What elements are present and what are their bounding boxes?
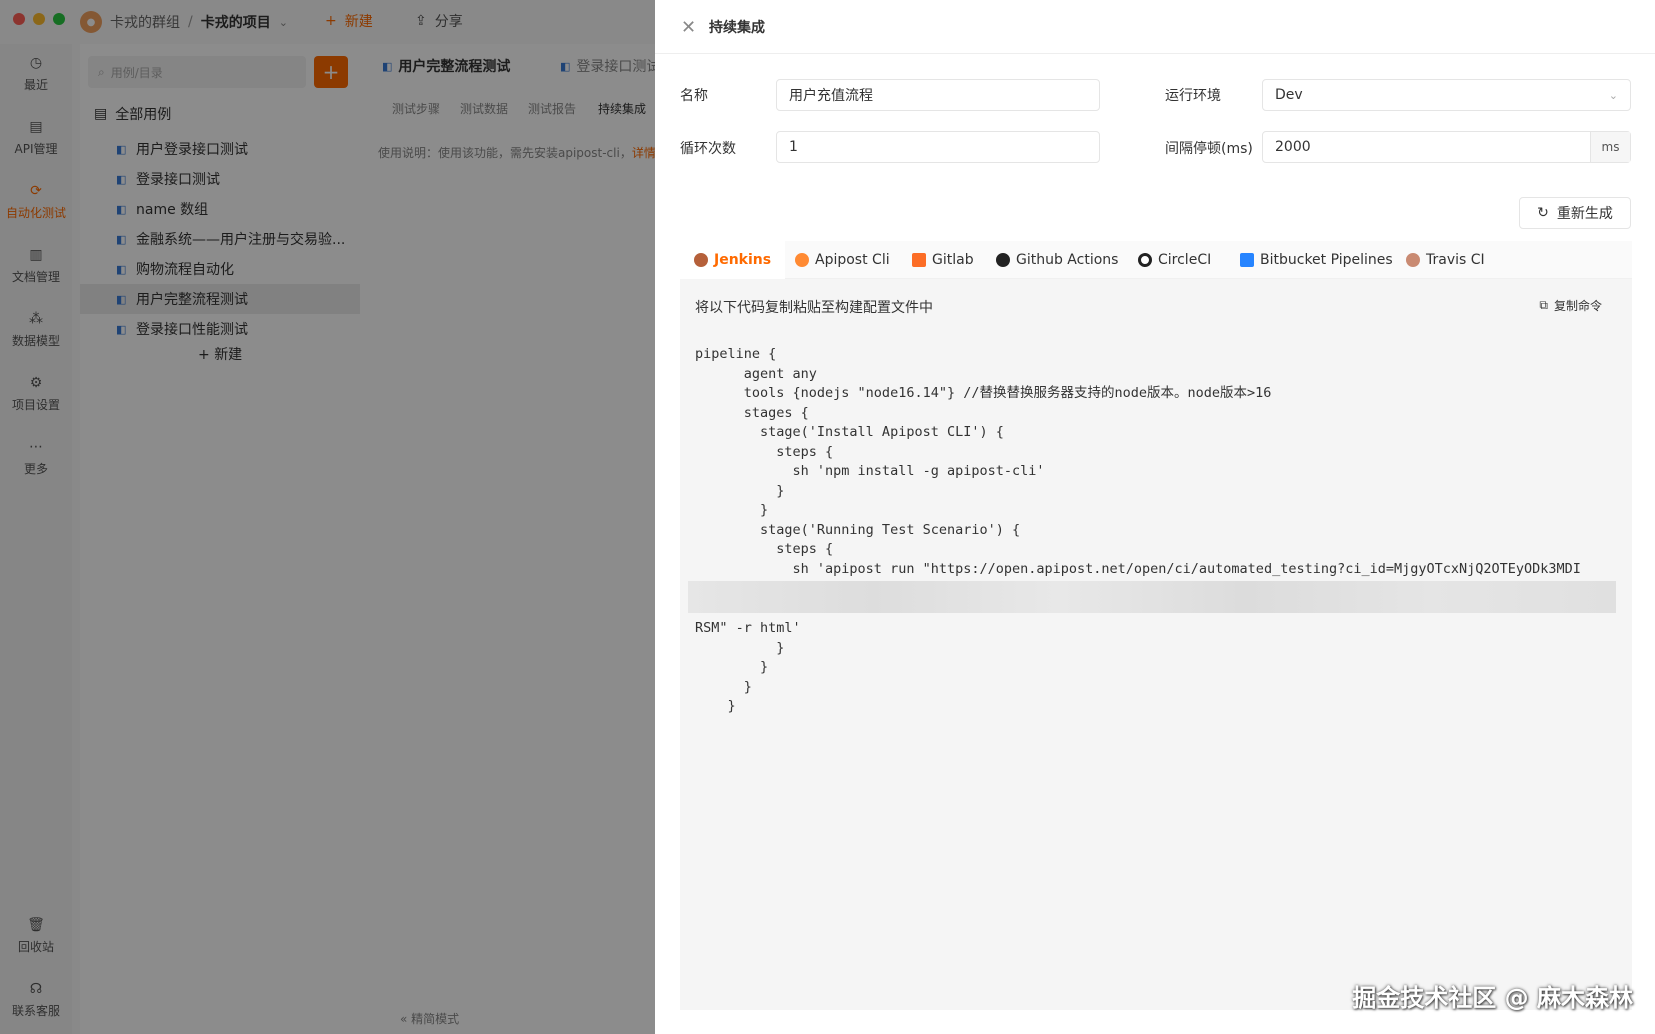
app-root: ● 卡戎的群组 / 卡戎的项目 ⌄ + 新建 ⇪ 分享 ◷ 最近 ▤ API管理 ⟳ 自动… — [0, 0, 1655, 1034]
tab-label: Apipost Cli — [815, 252, 890, 268]
watermark: 掘金技术社区 @ 麻木森林 — [1352, 984, 1633, 1012]
env-value: Dev — [1275, 87, 1303, 103]
env-label: 运行环境 — [1165, 88, 1221, 104]
refresh-icon: ↻ — [1537, 205, 1549, 221]
name-label: 名称 — [680, 88, 708, 104]
tab-gitlab[interactable]: Gitlab — [898, 241, 988, 279]
background-app: ● 卡戎的群组 / 卡戎的项目 ⌄ + 新建 ⇪ 分享 ◷ 最近 ▤ API管理 ⟳ 自动… — [0, 0, 655, 1034]
loop-value: 1 — [789, 139, 798, 155]
copy-hint: 将以下代码复制粘贴至构建配置文件中 — [695, 300, 933, 316]
code-block: pipeline { agent any tools {nodejs "node… — [695, 346, 1581, 577]
env-select[interactable]: Dev ⌄ — [1262, 79, 1631, 111]
close-icon[interactable]: ✕ — [681, 17, 696, 38]
jenkins-icon — [694, 253, 708, 267]
gitlab-icon — [912, 253, 926, 267]
interval-label: 间隔停顿(ms) — [1165, 141, 1253, 157]
github-icon — [996, 253, 1010, 267]
apipost-icon — [795, 253, 809, 267]
regenerate-label: 重新生成 — [1556, 206, 1613, 222]
tab-bitbucket[interactable]: Bitbucket Pipelines — [1226, 241, 1407, 279]
loop-count-field[interactable]: 1 — [776, 131, 1100, 163]
tab-label: Travis CI — [1426, 252, 1485, 268]
tab-label: CircleCI — [1158, 252, 1212, 268]
interval-unit: ms — [1590, 132, 1630, 162]
copy-command-button[interactable]: ⧉ 复制命令 — [1539, 297, 1602, 314]
name-field[interactable]: 用户充值流程 — [776, 79, 1100, 111]
ci-drawer: ✕ 持续集成 名称 用户充值流程 运行环境 Dev ⌄ 循环次数 1 间隔停顿(m… — [655, 0, 1655, 1034]
drawer-header: ✕ 持续集成 — [655, 0, 1655, 54]
loop-label: 循环次数 — [680, 141, 736, 157]
tab-github-actions[interactable]: Github Actions — [982, 241, 1132, 279]
copy-icon: ⧉ — [1539, 298, 1548, 312]
circleci-icon — [1138, 253, 1152, 267]
tab-label: Gitlab — [932, 252, 974, 268]
interval-value: 2000 — [1275, 139, 1311, 155]
interval-field[interactable]: 2000 ms — [1262, 131, 1631, 163]
code-block-tail: RSM" -r html' } } } } — [695, 620, 801, 714]
travis-icon — [1406, 253, 1420, 267]
code-panel: 将以下代码复制粘贴至构建配置文件中 ⧉ 复制命令 pipeline { agent… — [680, 279, 1632, 1010]
tab-apipost-cli[interactable]: Apipost Cli — [781, 241, 904, 279]
tab-travis[interactable]: Travis CI — [1392, 241, 1499, 279]
redacted-region — [688, 581, 1616, 613]
tab-label: Jenkins — [714, 252, 772, 268]
drawer-title: 持续集成 — [709, 20, 765, 36]
name-value: 用户充值流程 — [789, 88, 873, 104]
chevron-down-icon: ⌄ — [1608, 89, 1618, 102]
tab-label: Bitbucket Pipelines — [1260, 252, 1393, 268]
left-app: ● 卡戎的群组 / 卡戎的项目 ⌄ + 新建 ⇪ 分享 ◷ 最近 ▤ API管理 ⟳ 自动… — [0, 0, 655, 1034]
modal-overlay[interactable] — [0, 0, 655, 1034]
regenerate-button[interactable]: ↻ 重新生成 — [1519, 197, 1631, 229]
bitbucket-icon — [1240, 253, 1254, 267]
copy-command-label: 复制命令 — [1553, 299, 1602, 313]
ci-tabs: Jenkins Apipost Cli Gitlab Github Action… — [680, 241, 1632, 279]
tab-label: Github Actions — [1016, 252, 1119, 268]
tab-jenkins[interactable]: Jenkins — [680, 241, 786, 279]
tab-circleci[interactable]: CircleCI — [1124, 241, 1225, 279]
